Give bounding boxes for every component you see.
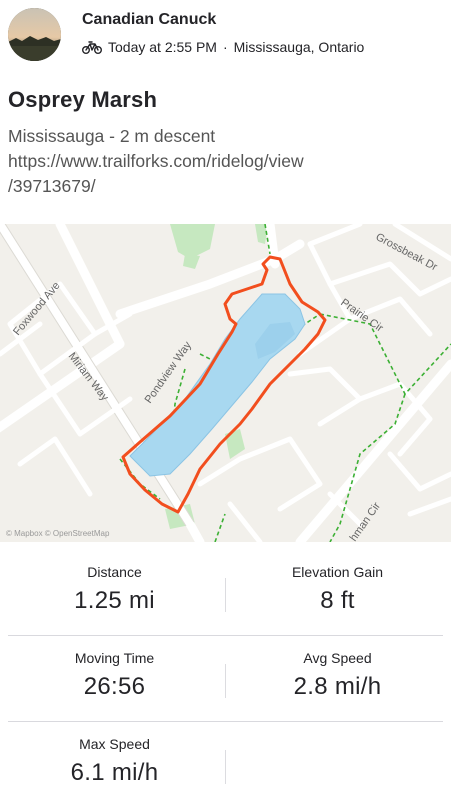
stat-label: Moving Time	[74, 650, 155, 666]
stat-distance: Distance 1.25 mi	[2, 550, 227, 615]
park-area	[183, 254, 200, 269]
route-map[interactable]: Grossbeak Dr Foxwood Ave Prairie Cir Mir…	[0, 224, 451, 542]
stat-value: 6.1 mi/h	[70, 759, 159, 786]
avatar[interactable]	[8, 8, 61, 61]
stats-panel: Distance 1.25 mi Elevation Gain 8 ft Mov…	[0, 550, 451, 808]
post-timestamp: Today at 2:55 PM	[108, 39, 217, 55]
meta-separator: ·	[222, 39, 228, 55]
stat-divider	[225, 750, 226, 784]
bike-icon	[82, 41, 102, 54]
stat-label: Avg Speed	[303, 650, 372, 666]
stat-label: Distance	[87, 564, 142, 580]
avatar-image	[8, 8, 61, 61]
street-label: Pondview Way	[143, 339, 195, 406]
stats-row: Max Speed 6.1 mi/h	[0, 722, 451, 808]
activity-description: Mississauga - 2 m descent https://www.tr…	[8, 124, 438, 199]
street-label: hman Cir	[348, 500, 384, 542]
stats-row: Moving Time 26:56 Avg Speed 2.8 mi/h	[0, 636, 451, 722]
stat-value: 2.8 mi/h	[293, 673, 382, 700]
stat-elevation-gain: Elevation Gain 8 ft	[225, 550, 450, 615]
description-text: Mississauga - 2 m descent	[8, 126, 216, 146]
stat-avg-speed: Avg Speed 2.8 mi/h	[225, 636, 450, 701]
post-header: Canadian Canuck Today at 2:55 PM · Missi…	[0, 0, 451, 72]
author-name[interactable]: Canadian Canuck	[82, 11, 216, 29]
stat-max-speed: Max Speed 6.1 mi/h	[2, 722, 227, 787]
stats-row: Distance 1.25 mi Elevation Gain 8 ft	[0, 550, 451, 636]
park-area	[225, 429, 245, 459]
post-meta: Today at 2:55 PM · Mississauga, Ontario	[82, 39, 364, 55]
map-attribution[interactable]: © Mapbox © OpenStreetMap	[6, 529, 110, 538]
stat-value: 26:56	[83, 673, 146, 700]
ridelog-link-line-2[interactable]: /39713679/	[8, 174, 438, 199]
park-area	[170, 224, 215, 259]
stat-value: 8 ft	[320, 587, 355, 614]
stat-value: 1.25 mi	[74, 587, 155, 614]
stat-moving-time: Moving Time 26:56	[2, 636, 227, 701]
stat-label: Elevation Gain	[291, 564, 384, 580]
route-map-canvas: Grossbeak Dr Foxwood Ave Prairie Cir Mir…	[0, 224, 451, 542]
activity-title[interactable]: Osprey Marsh	[8, 87, 157, 113]
ridelog-link-line-1[interactable]: https://www.trailforks.com/ridelog/view	[8, 149, 438, 174]
stat-label: Max Speed	[79, 736, 150, 752]
post-location: Mississauga, Ontario	[233, 39, 365, 55]
